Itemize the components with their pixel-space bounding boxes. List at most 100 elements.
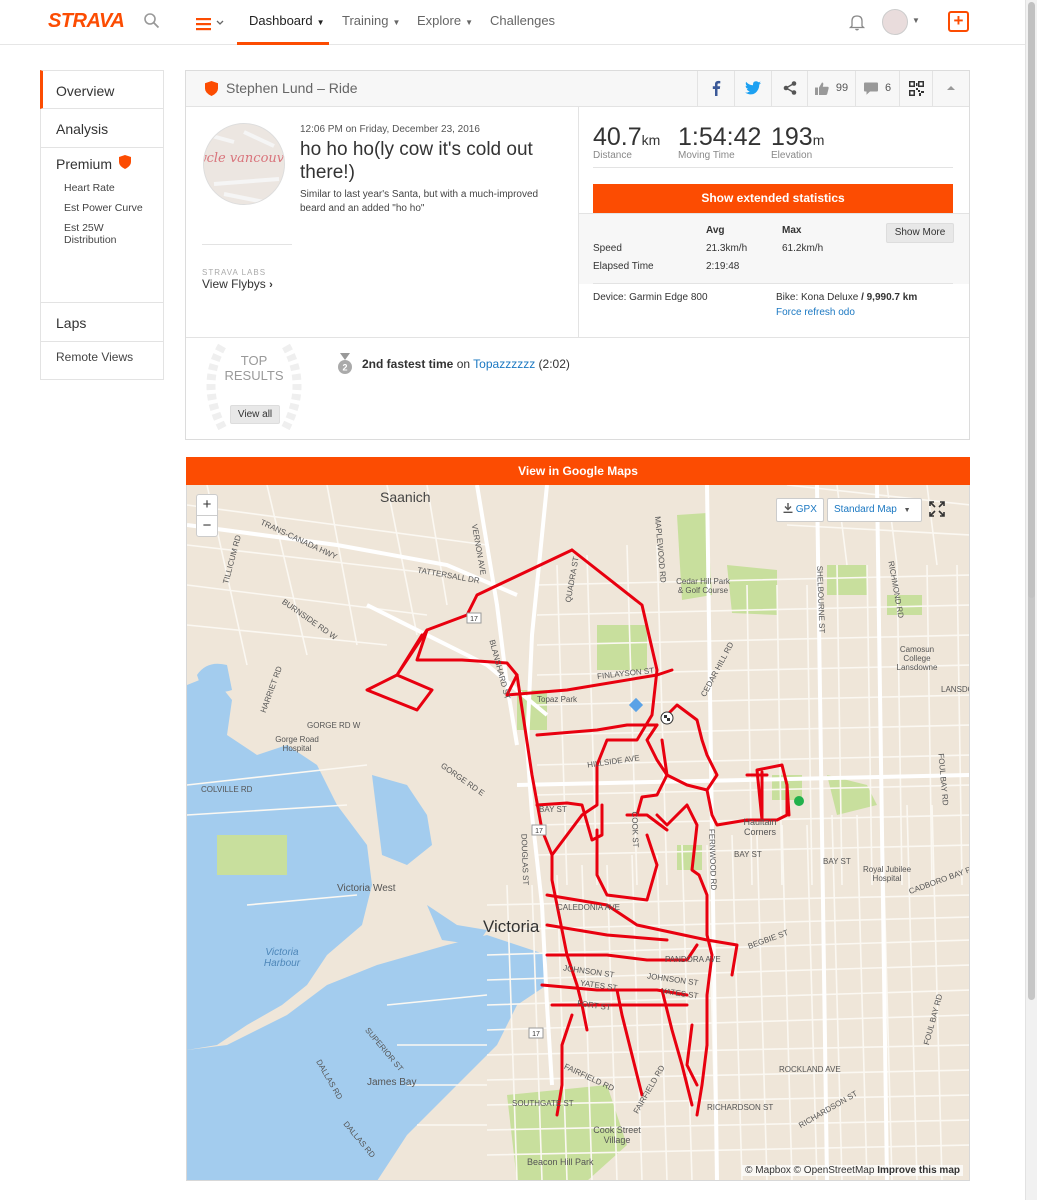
nav-challenges[interactable]: Challenges xyxy=(490,13,555,28)
svg-text:cycle vancouver: cycle vancouver xyxy=(204,151,285,166)
fullscreen-icon[interactable] xyxy=(929,501,945,517)
zoom-out-button[interactable]: − xyxy=(197,516,217,537)
view-in-google-maps-button[interactable]: View in Google Maps xyxy=(186,457,970,485)
collapse-button[interactable] xyxy=(932,71,969,106)
place-label: Saanich xyxy=(380,489,431,505)
nav-training[interactable]: Training ▼ xyxy=(342,13,400,28)
start-marker[interactable] xyxy=(794,796,804,806)
hamburger-menu-icon[interactable] xyxy=(196,14,226,32)
kudos-button[interactable]: 99 xyxy=(807,71,855,106)
strava-logo[interactable]: STRAVA xyxy=(48,10,125,33)
active-nav-indicator xyxy=(237,42,329,45)
stat-moving-time: 1:54:42 Moving Time xyxy=(678,123,762,161)
upload-plus-button[interactable]: + xyxy=(948,11,969,32)
divider xyxy=(593,167,953,168)
notifications-bell-icon[interactable] xyxy=(848,13,866,31)
top-results-heading: TOP RESULTS xyxy=(224,353,284,383)
comments-button[interactable]: 6 xyxy=(855,71,899,106)
place-label: Cedar Hill Park & Golf Course xyxy=(676,577,730,595)
place-label: James Bay xyxy=(367,1077,417,1088)
street-label: BAY ST xyxy=(823,857,851,866)
svg-text:17: 17 xyxy=(470,616,478,623)
improve-map-link[interactable]: Improve this map xyxy=(877,1165,960,1176)
chevron-down-icon[interactable]: ▼ xyxy=(912,16,920,25)
place-label: Topaz Park xyxy=(537,695,578,704)
stat-distance: 40.7km Distance xyxy=(593,123,661,161)
finish-flag-icon[interactable] xyxy=(660,711,674,725)
zoom-in-button[interactable]: + xyxy=(197,495,217,516)
chevron-right-icon: › xyxy=(269,279,273,291)
sidebar-item-overview[interactable]: Overview xyxy=(40,70,164,109)
device-info: Device: Garmin Edge 800 xyxy=(593,292,708,303)
street-label: COOK ST xyxy=(629,811,641,848)
activity-description: Similar to last year's Santa, but with a… xyxy=(300,189,539,214)
sidebar-item-premium[interactable]: Premium xyxy=(56,156,163,172)
elapsed-label: Elapsed Time xyxy=(593,261,654,272)
twitter-share-button[interactable] xyxy=(734,71,771,106)
sidebar-item-laps[interactable]: Laps xyxy=(40,303,164,342)
stat-elevation: 193m Elevation xyxy=(771,123,825,161)
sidebar-item-est-power-curve[interactable]: Est Power Curve xyxy=(64,202,163,214)
show-more-button[interactable]: Show More xyxy=(886,223,954,243)
nav-explore[interactable]: Explore ▼ xyxy=(417,13,473,28)
street-label: ROCKLAND AVE xyxy=(779,1065,841,1074)
chevron-down-icon: ▼ xyxy=(465,18,473,27)
athlete-avatar[interactable]: cycle vancouver xyxy=(203,123,285,205)
street-label: CALEDONIA AVE xyxy=(557,903,620,912)
map-style-select[interactable]: Standard Map ▼ xyxy=(827,498,922,522)
map-attribution: © Mapbox © OpenStreetMap Improve this ma… xyxy=(742,1165,963,1176)
place-label: Victoria xyxy=(483,917,540,936)
gpx-download-button[interactable]: GPX xyxy=(776,498,824,522)
activity-datetime: 12:06 PM on Friday, December 23, 2016 xyxy=(300,124,480,135)
elapsed-value: 2:19:48 xyxy=(706,261,740,272)
sidebar-item-heart-rate[interactable]: Heart Rate xyxy=(64,182,163,194)
view-flybys-link[interactable]: View Flybys › xyxy=(202,277,273,291)
comment-count: 6 xyxy=(884,82,892,94)
qr-code-button[interactable] xyxy=(899,71,932,106)
nav-dashboard[interactable]: Dashboard ▼ xyxy=(249,13,325,28)
chevron-down-icon: ▼ xyxy=(316,18,325,27)
force-refresh-odo-link[interactable]: Force refresh odo xyxy=(776,307,855,318)
sidebar-item-est-25w-distribution[interactable]: Est 25W Distribution xyxy=(64,222,134,246)
street-label: RICHARDSON ST xyxy=(707,1103,774,1112)
activity-name: ho ho ho(ly cow it's cold out there!) xyxy=(300,139,533,183)
search-icon[interactable] xyxy=(143,12,161,30)
facebook-icon xyxy=(712,80,721,97)
speed-avg: 21.3km/h xyxy=(706,243,748,254)
street-label: COLVILLE RD xyxy=(201,785,253,794)
stats-col-avg: Avg xyxy=(706,225,725,236)
activity-sidebar: Overview Analysis Premium Heart Rate Est… xyxy=(40,70,164,380)
share-button[interactable] xyxy=(771,71,807,106)
speed-max: 61.2km/h xyxy=(782,243,824,254)
activity-header: Stephen Lund – Ride 99 6 xyxy=(186,71,969,107)
activity-summary-card: Stephen Lund – Ride 99 6 cle vancouv 12:… xyxy=(185,70,970,440)
street-label: BAY ST xyxy=(539,805,567,814)
top-result-entry: 2nd fastest time on Topazzzzzz (2:02) xyxy=(362,357,570,371)
divider xyxy=(186,337,969,338)
sidebar-item-analysis[interactable]: Analysis xyxy=(40,109,164,148)
kudos-count: 99 xyxy=(835,82,849,94)
svg-text:2: 2 xyxy=(342,363,347,373)
user-avatar[interactable] xyxy=(882,9,908,35)
sidebar-item-remote-views[interactable]: Remote Views xyxy=(40,342,164,380)
sidebar-premium-section: Premium Heart Rate Est Power Curve Est 2… xyxy=(40,148,164,303)
show-extended-statistics-button[interactable]: Show extended statistics xyxy=(593,184,953,213)
street-label: SOUTHGATE ST xyxy=(512,1099,574,1108)
chevron-down-icon: ▼ xyxy=(903,507,911,514)
scrollbar-thumb-lower[interactable] xyxy=(1028,440,1035,1000)
view-all-button[interactable]: View all xyxy=(230,405,280,424)
qr-code-icon xyxy=(908,80,924,96)
avatar-image: cycle vancouver xyxy=(204,124,285,204)
place-label: Cook Street Village xyxy=(593,1125,641,1145)
street-label: GORGE RD W xyxy=(307,721,361,730)
top-navigation: STRAVA Dashboard ▼ Training ▼ Explore ▼ Cha… xyxy=(0,0,1025,45)
route-map[interactable]: 17 17 17 Saanich Victoria Victoria West … xyxy=(186,485,970,1181)
activity-title: Stephen Lund – Ride xyxy=(226,80,358,96)
zoom-control: + − xyxy=(196,494,218,537)
segment-link[interactable]: Topazzzzzz xyxy=(473,357,535,371)
facebook-share-button[interactable] xyxy=(697,71,734,106)
twitter-icon xyxy=(745,81,761,95)
place-label: Camosun College Lansdowne xyxy=(896,645,938,672)
chevron-down-icon: ▼ xyxy=(392,18,401,27)
place-label: Victoria Harbour xyxy=(263,947,301,969)
